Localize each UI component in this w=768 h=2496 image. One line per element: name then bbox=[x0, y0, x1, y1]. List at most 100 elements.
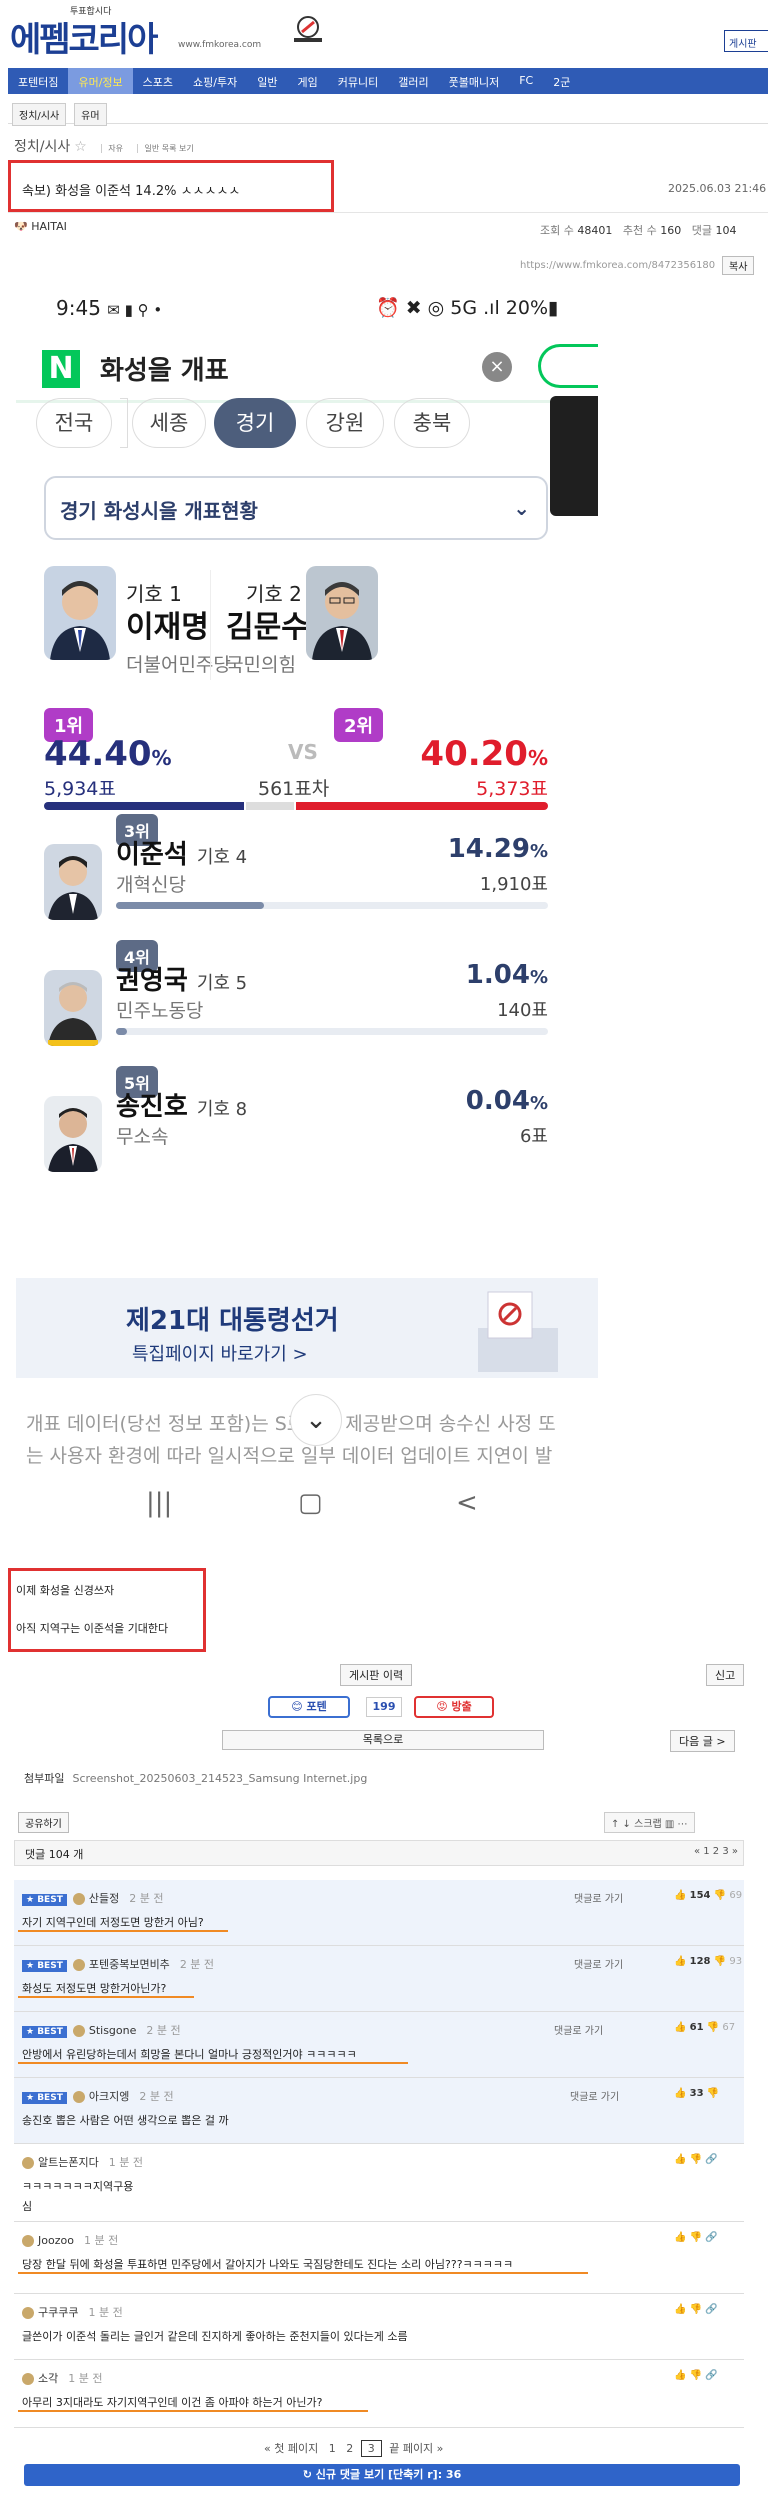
nav-item-1[interactable]: 유머/정보 bbox=[68, 68, 133, 94]
new-comments-button[interactable]: ↻ 신규 댓글 보기 [단축키 r]: 36 bbox=[24, 2464, 740, 2486]
last-page-link[interactable]: 끝 페이지 » bbox=[389, 2442, 443, 2455]
board-button[interactable]: 게시판 bbox=[724, 30, 768, 52]
subnav-humor[interactable]: 유머 bbox=[74, 103, 107, 126]
comment-user[interactable]: 포텐중복보면비추 bbox=[89, 1958, 170, 1971]
comment-tools[interactable]: ↑ ↓ 스크랩 ▥ ⋯ bbox=[604, 1812, 695, 1833]
like-count: 154 bbox=[689, 1890, 711, 1901]
nav-item-4[interactable]: 일반 bbox=[247, 68, 287, 94]
best-badge: ★ BEST bbox=[22, 2092, 67, 2104]
comment-pager: « 첫 페이지 1 2 3 끝 페이지 » bbox=[264, 2440, 443, 2457]
comment-votes[interactable]: 👍 128 👎 93 bbox=[674, 1956, 742, 1967]
downvote-button[interactable]: 😡 방출 bbox=[414, 1696, 494, 1718]
goto-comment-link[interactable]: 댓글로 가기 bbox=[570, 2088, 619, 2103]
user-avatar-icon bbox=[72, 2091, 85, 2103]
author-avatar-icon: 🐶 bbox=[14, 220, 32, 233]
c4-num: 기호 5 bbox=[196, 973, 248, 994]
page-3-current[interactable]: 3 bbox=[360, 2440, 382, 2457]
like-icon: 👍 bbox=[674, 2154, 687, 2165]
attachment-row: 첨부파일 Screenshot_20250603_214523_Samsung I… bbox=[24, 1770, 367, 1786]
nav-item-2[interactable]: 스포츠 bbox=[133, 68, 183, 94]
first-page-link[interactable]: « 첫 페이지 bbox=[264, 2442, 318, 2455]
nav-item-7[interactable]: 갤러리 bbox=[388, 68, 438, 94]
comment-votes[interactable]: 👍 👎 🔗 bbox=[674, 2154, 718, 2165]
c2-pct-unit: % bbox=[527, 746, 548, 770]
like-count: 128 bbox=[689, 1956, 711, 1967]
dislike-icon: 👎 bbox=[689, 2370, 703, 2381]
attachment-file[interactable]: Screenshot_20250603_214523_Samsung Inter… bbox=[72, 1772, 367, 1785]
board-history-button[interactable]: 게시판 이력 bbox=[340, 1664, 413, 1686]
upvote-button[interactable]: 😊 포텐 bbox=[268, 1696, 350, 1718]
nav-item-6[interactable]: 커뮤니티 bbox=[328, 68, 388, 94]
category-extra-1[interactable]: 자유 bbox=[101, 144, 123, 153]
comment-user[interactable]: Stisgone bbox=[89, 2024, 137, 2037]
dislike-icon: 👎 bbox=[713, 1956, 730, 1967]
dislike-count: 67 bbox=[722, 2022, 736, 2033]
c1-pct-value: 44.40 bbox=[44, 734, 152, 774]
candidate-2-rank: 2위 bbox=[334, 708, 384, 742]
logo-url: www.fmkorea.com bbox=[178, 40, 262, 50]
next-post-button[interactable]: 다음 글 > bbox=[670, 1730, 735, 1752]
candidate-5-photo bbox=[44, 1096, 102, 1172]
comment-text: 자기 지역구인데 저정도면 망한거 아님? bbox=[22, 1916, 204, 1929]
comment-user[interactable]: 산들정 bbox=[89, 1892, 119, 1905]
comment-user[interactable]: 구쿠쿠쿠 bbox=[38, 2306, 78, 2319]
c5-pct-value: 0.04 bbox=[465, 1086, 530, 1116]
chevron-down-icon: ⌄ bbox=[290, 1394, 342, 1446]
nav-item-10[interactable]: 2군 bbox=[543, 68, 580, 94]
rec-label: 추천 수 bbox=[622, 224, 657, 237]
comment-votes[interactable]: 👍 👎 🔗 bbox=[674, 2304, 718, 2315]
goto-comment-link[interactable]: 댓글로 가기 bbox=[574, 1956, 623, 1971]
user-avatar-icon bbox=[22, 2235, 34, 2247]
region-chip-1: 세종 bbox=[132, 398, 206, 448]
comment-user[interactable]: 알트는폰지다 bbox=[38, 2156, 99, 2169]
best-badge: ★ BEST bbox=[22, 1894, 67, 1906]
star-icon[interactable]: ☆ bbox=[74, 139, 87, 155]
clear-icon: × bbox=[482, 352, 512, 382]
subnav-politics[interactable]: 정치/시사 bbox=[12, 103, 67, 126]
comment-user[interactable]: 아크지엥 bbox=[89, 2090, 129, 2103]
category-extra-2[interactable]: 일반 목록 보기 bbox=[137, 144, 194, 153]
comment-votes[interactable]: 👍 154 👎 69 bbox=[674, 1890, 742, 1901]
comment-user[interactable]: Joozoo bbox=[38, 2234, 74, 2247]
nav-item-9[interactable]: FC bbox=[509, 68, 543, 94]
post-author[interactable]: 🐶 HAITAI bbox=[14, 220, 67, 233]
page-1-link[interactable]: 1 bbox=[329, 2442, 336, 2455]
comment-text: 화성도 저정도면 망한거아닌가? bbox=[22, 1982, 167, 1995]
goto-comment-link[interactable]: 댓글로 가기 bbox=[574, 1890, 623, 1905]
best-badge: ★ BEST bbox=[22, 1960, 67, 1972]
report-button[interactable]: 신고 bbox=[706, 1664, 745, 1686]
comment-count: 댓글 104 개 bbox=[25, 1848, 84, 1861]
vote-bar-candidate-2 bbox=[296, 802, 548, 810]
comment-pager-top[interactable]: « 1 2 3 » bbox=[694, 1846, 738, 1857]
link-icon: 🔗 bbox=[705, 2304, 718, 2315]
c3-num: 기호 4 bbox=[196, 847, 248, 868]
comment-votes[interactable]: 👍 👎 🔗 bbox=[674, 2232, 718, 2243]
c3-name: 이준석 bbox=[116, 840, 188, 870]
nav-item-0[interactable]: 포텐터짐 bbox=[8, 68, 68, 94]
candidate-3-votes: 1,910표 bbox=[479, 874, 548, 895]
comment-item: ★ BEST 포텐중복보면비추 2 분 전 댓글로 가기 👍 128 👎 93 화성도 저… bbox=[14, 1946, 744, 2012]
main-nav: 포텐터짐 유머/정보 스포츠 쇼핑/투자 일반 게임 커뮤니티 갤러리 풋볼매니… bbox=[8, 68, 768, 94]
site-logo[interactable]: 에펨코리아 bbox=[10, 12, 158, 61]
nav-item-8[interactable]: 풋볼매니저 bbox=[439, 68, 510, 94]
candidate-1-photo bbox=[44, 566, 116, 660]
candidate-1-pct: 44.40% bbox=[44, 734, 172, 774]
list-button[interactable]: 목록으로 bbox=[222, 1730, 544, 1750]
copy-url-button[interactable]: 복사 bbox=[722, 256, 755, 275]
like-count: 61 bbox=[689, 2022, 704, 2033]
comment-votes[interactable]: 👍 61 👎 67 bbox=[674, 2022, 735, 2033]
candidate-3-pct: 14.29% bbox=[396, 834, 548, 864]
comment-votes[interactable]: 👍 33 👎 bbox=[674, 2088, 719, 2099]
back-icon: < bbox=[456, 1488, 478, 1518]
comment-user[interactable]: 소각 bbox=[38, 2372, 58, 2385]
post-url[interactable]: https://www.fmkorea.com/8472356180 bbox=[520, 260, 715, 271]
share-button[interactable]: 공유하기 bbox=[18, 1812, 69, 1833]
category-name[interactable]: 정치/시사 bbox=[14, 139, 70, 155]
author-name[interactable]: HAITAI bbox=[31, 220, 67, 233]
nav-item-5[interactable]: 게임 bbox=[287, 68, 327, 94]
goto-comment-link[interactable]: 댓글로 가기 bbox=[554, 2022, 603, 2037]
nav-item-3[interactable]: 쇼핑/투자 bbox=[183, 68, 247, 94]
phone-status-icons: ✉ ▮ ⚲ • bbox=[107, 301, 163, 319]
comment-votes[interactable]: 👍 👎 🔗 bbox=[674, 2370, 718, 2381]
page-2-link[interactable]: 2 bbox=[346, 2442, 353, 2455]
